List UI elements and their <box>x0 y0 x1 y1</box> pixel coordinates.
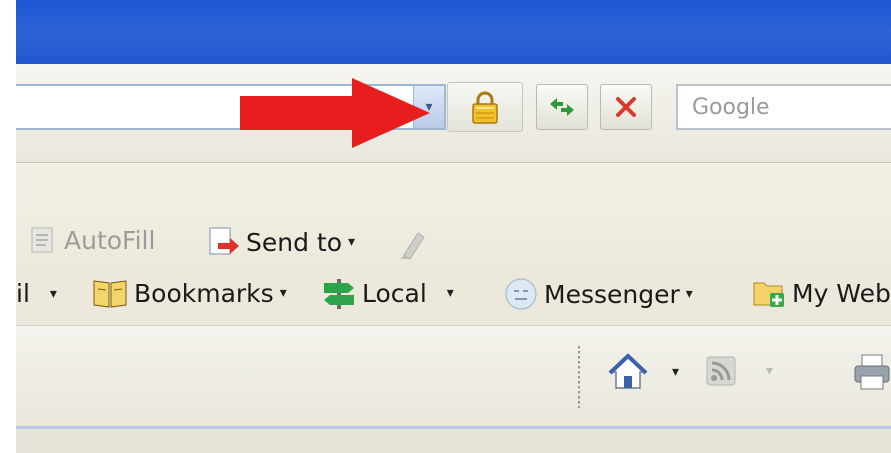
command-bar: ▾ ▾ <box>16 326 891 426</box>
feeds-caret[interactable]: ▾ <box>766 363 773 379</box>
printer-icon <box>852 352 891 392</box>
print-button[interactable] <box>852 352 891 392</box>
my-web-label: My Web <box>792 278 891 308</box>
send-document-icon <box>206 225 240 259</box>
bookmarks-label: Bookmarks <box>134 278 274 308</box>
local-button[interactable]: Local ▾ <box>322 277 454 309</box>
send-to-label: Send to <box>246 227 343 257</box>
send-to-caret[interactable]: ▾ <box>348 234 355 250</box>
search-input[interactable] <box>676 84 891 130</box>
mail-button[interactable]: il ▾ <box>16 279 57 308</box>
signpost-icon <box>322 277 356 309</box>
links-bar: il ▾ Bookmarks ▾ Local ▾ Messenger ▾ My … <box>16 267 891 326</box>
title-bar <box>16 0 891 64</box>
rss-feed-icon <box>706 356 736 386</box>
messenger-caret[interactable]: ▾ <box>686 286 693 302</box>
home-caret[interactable]: ▾ <box>672 364 679 380</box>
red-arrow-icon <box>240 78 430 148</box>
folder-add-icon <box>752 277 786 309</box>
padlock-icon <box>472 91 498 124</box>
highlighter-icon <box>396 227 430 261</box>
messenger-label: Messenger <box>544 279 680 309</box>
bookmarks-caret[interactable]: ▾ <box>280 285 287 301</box>
local-label: Local <box>362 278 427 308</box>
smiley-icon <box>504 277 538 311</box>
browser-window: ▾ Google AutoFill Send to ▾ il ▾ Bookmar… <box>16 0 891 453</box>
home-button[interactable]: ▾ <box>608 352 679 392</box>
autofill-button[interactable]: AutoFill <box>28 225 155 255</box>
toolbar-separator <box>578 346 580 408</box>
bookmarks-button[interactable]: Bookmarks ▾ <box>92 277 287 309</box>
feeds-button[interactable]: ▾ <box>706 356 773 386</box>
address-toolbar: ▾ <box>16 64 891 163</box>
stop-x-icon <box>616 97 636 117</box>
mail-caret[interactable]: ▾ <box>50 286 57 302</box>
security-lock-button[interactable] <box>447 82 523 132</box>
messenger-button[interactable]: Messenger ▾ <box>504 277 693 311</box>
send-to-button[interactable]: Send to ▾ <box>206 225 355 259</box>
local-caret[interactable]: ▾ <box>447 285 454 301</box>
my-web-button[interactable]: My Web <box>752 277 891 309</box>
yahoo-toolbar: AutoFill Send to ▾ <box>16 163 891 267</box>
refresh-arrows-icon <box>550 98 574 116</box>
autofill-label: AutoFill <box>64 225 156 255</box>
stop-button[interactable] <box>600 84 652 130</box>
home-icon <box>608 352 648 392</box>
highlighter-button[interactable] <box>396 227 430 261</box>
book-icon <box>92 277 128 309</box>
refresh-button[interactable] <box>536 84 588 130</box>
notepad-icon <box>28 225 58 255</box>
content-area <box>16 429 891 453</box>
mail-label: il <box>16 279 30 308</box>
